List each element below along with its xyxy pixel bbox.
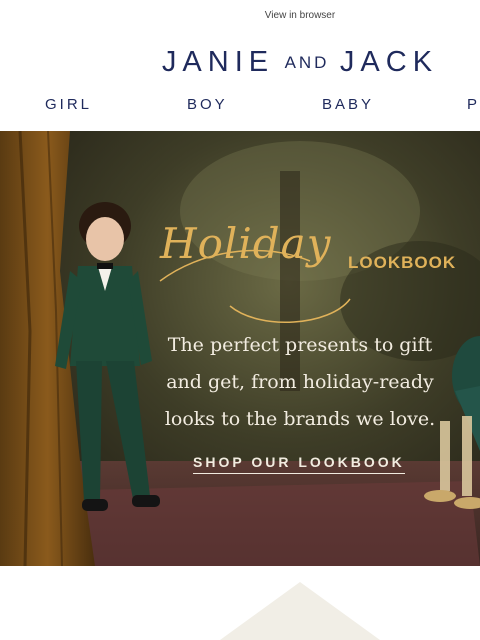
nav-item-partial[interactable]: P	[467, 96, 480, 113]
nav-item-boy[interactable]: BOY	[187, 96, 228, 113]
logo-word-janie: JANIE	[161, 46, 275, 78]
shop-lookbook-link[interactable]: SHOP OUR LOOKBOOK	[193, 454, 405, 474]
hero-banner[interactable]: Holiday LOOKBOOK The perfect presents to…	[0, 131, 480, 566]
tagline-line-2: and get, from holiday-ready	[166, 371, 434, 393]
hero-lookbook-label: LOOKBOOK	[348, 253, 457, 272]
nav-item-girl[interactable]: GIRL	[45, 96, 92, 113]
view-in-browser-link[interactable]: View in browser	[0, 10, 480, 21]
logo-word-and: AND	[284, 53, 330, 72]
hero-tagline: The perfect presents to gift and get, fr…	[160, 327, 440, 438]
tagline-line-1: The perfect presents to gift	[167, 334, 433, 356]
tagline-line-3: looks to the brands we love.	[164, 408, 436, 430]
logo-word-jack: JACK	[339, 46, 439, 78]
nav-item-baby[interactable]: BABY	[322, 96, 374, 113]
category-nav: GIRL BOY BABY P	[0, 96, 480, 116]
next-section-preview	[220, 582, 380, 640]
brand-logo[interactable]: JANIE AND JACK	[0, 46, 480, 79]
preheader: View in browser	[0, 0, 480, 32]
hero-script-title: Holiday	[160, 219, 332, 268]
